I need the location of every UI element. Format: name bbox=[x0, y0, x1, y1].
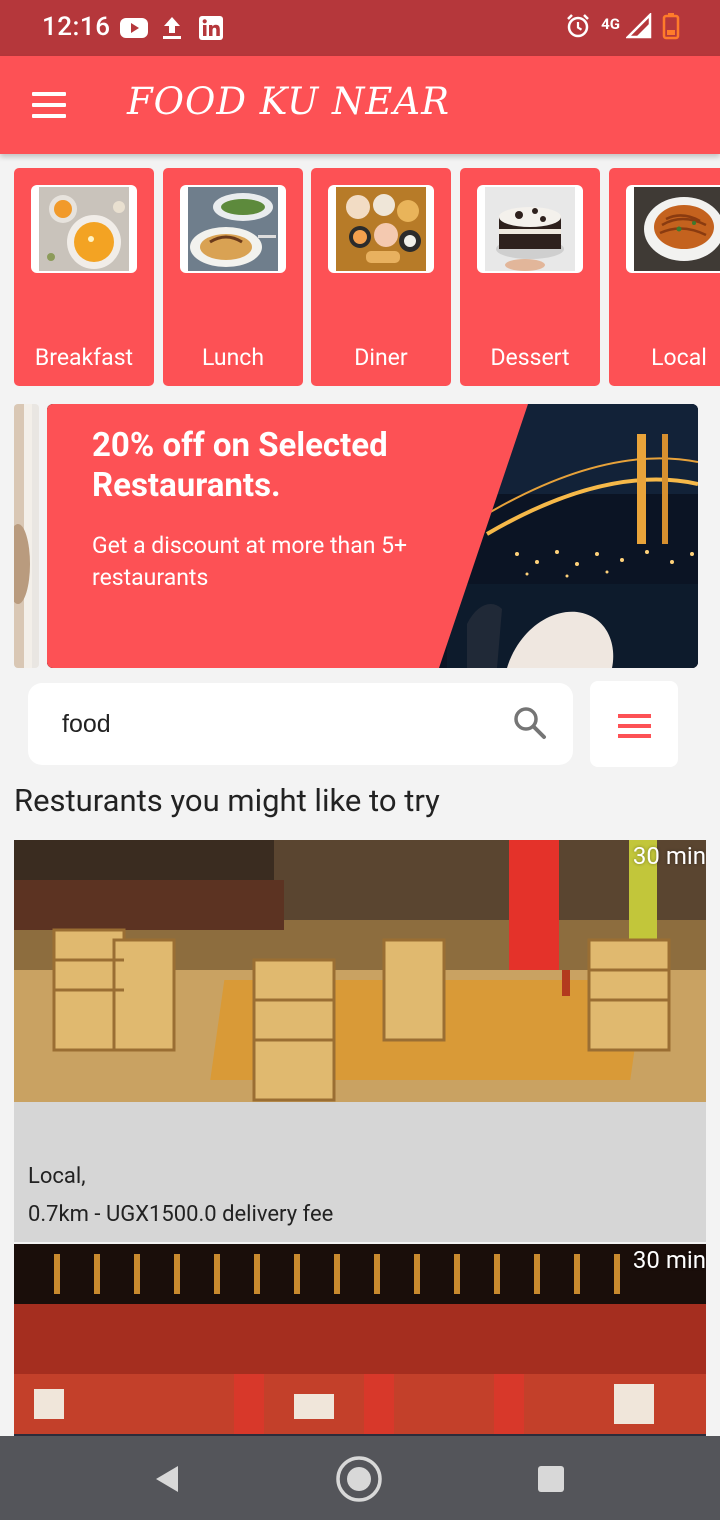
category-label: Lunch bbox=[202, 344, 264, 371]
category-label: Local bbox=[651, 344, 707, 371]
category-card-breakfast[interactable]: Breakfast bbox=[14, 168, 154, 386]
network-label: 4G bbox=[601, 15, 620, 33]
back-icon[interactable] bbox=[144, 1456, 190, 1502]
soup-bowl-photo bbox=[31, 185, 137, 273]
home-icon[interactable] bbox=[336, 1456, 382, 1502]
restaurant-card[interactable]: 30 min Local, 0.7km - UGX1500.0 delivery… bbox=[14, 840, 706, 1242]
pasta-plate-photo bbox=[180, 185, 286, 273]
recents-icon[interactable] bbox=[528, 1456, 574, 1502]
status-right-group: 4G bbox=[565, 11, 680, 44]
restaurant-card[interactable]: 30 min bbox=[14, 1244, 706, 1436]
category-card-diner[interactable]: Diner bbox=[311, 168, 451, 386]
category-card-local[interactable]: Local bbox=[609, 168, 720, 386]
status-bar: 12:16 4G bbox=[0, 0, 720, 56]
category-card-dessert[interactable]: Dessert bbox=[460, 168, 600, 386]
restaurant-photo bbox=[14, 840, 706, 1102]
restaurant-meta: 0.7km - UGX1500.0 delivery fee bbox=[28, 1202, 334, 1227]
cake-photo bbox=[477, 185, 583, 273]
alarm-icon bbox=[565, 12, 591, 44]
search-box[interactable] bbox=[28, 683, 573, 765]
category-label: Diner bbox=[354, 344, 408, 371]
status-time: 12:16 bbox=[42, 12, 111, 42]
battery-low-icon bbox=[662, 12, 680, 44]
upload-icon bbox=[161, 14, 183, 42]
restaurant-eta: 30 min bbox=[632, 1246, 706, 1274]
filter-menu-icon[interactable] bbox=[590, 681, 678, 767]
banner-subtitle: Get a discount at more than 5+ restauran… bbox=[92, 532, 408, 591]
search-icon[interactable] bbox=[512, 705, 548, 741]
system-nav-bar bbox=[0, 1436, 720, 1520]
app-title: FOOD KU NEAR bbox=[127, 80, 450, 123]
category-list[interactable]: Breakfast Lunch Diner Dessert Local bbox=[14, 168, 720, 388]
restaurant-photo bbox=[14, 1244, 706, 1436]
banner-title: 20% off on Selected Restaurants. bbox=[92, 426, 388, 505]
sushi-platter-photo bbox=[328, 185, 434, 273]
section-title: Resturants you might like to try bbox=[14, 782, 440, 819]
restaurant-eta: 30 min bbox=[632, 842, 706, 870]
promo-banner[interactable]: 20% off on Selected Restaurants. Get a d… bbox=[47, 404, 698, 668]
signal-icon bbox=[624, 11, 652, 43]
linkedin-icon bbox=[198, 14, 224, 42]
previous-banner-peek[interactable] bbox=[14, 404, 39, 668]
category-label: Dessert bbox=[490, 344, 570, 371]
category-card-lunch[interactable]: Lunch bbox=[163, 168, 303, 386]
noodles-photo bbox=[626, 185, 720, 273]
search-input[interactable] bbox=[62, 705, 492, 743]
menu-icon[interactable] bbox=[32, 92, 66, 118]
screen: 12:16 4G FOOD KU NEAR Breakfast Lunch Di… bbox=[0, 0, 720, 1520]
restaurant-cuisine: Local, bbox=[28, 1164, 86, 1189]
app-bar: FOOD KU NEAR bbox=[0, 56, 720, 154]
youtube-icon bbox=[120, 14, 148, 42]
category-label: Breakfast bbox=[34, 344, 134, 371]
